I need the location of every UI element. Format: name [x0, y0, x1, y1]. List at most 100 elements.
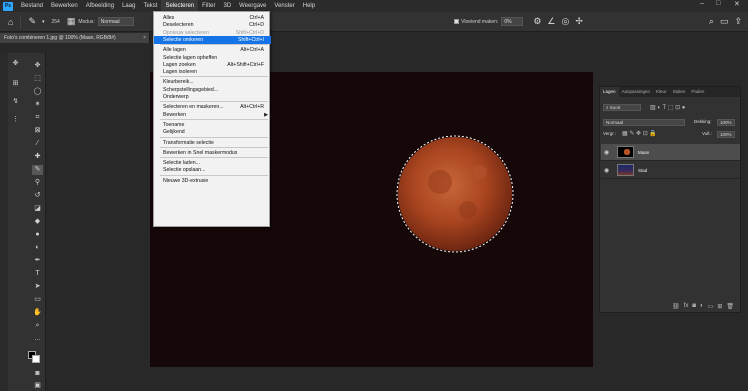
healing-brush-icon[interactable]: ✚ — [32, 152, 43, 162]
fx-icon[interactable]: fx — [684, 303, 689, 309]
minimize-button[interactable]: – — [700, 0, 704, 7]
filter-icons[interactable]: ▨ ◐ T ⬚ ⊡ ● — [650, 104, 685, 111]
menu-item-label: Selectie omkeren — [163, 36, 204, 43]
pen-tool-icon[interactable]: ✒ — [32, 256, 43, 266]
quick-select-tool-icon[interactable]: ⋮ — [10, 115, 21, 125]
symmetry-icon[interactable]: ✢ — [575, 16, 583, 27]
document-tab[interactable]: Foto's combineren 1.jpg @ 100% (Maan, RG… — [0, 33, 150, 43]
menu-item-lagen-isoleren[interactable]: Lagen isoleren — [154, 68, 271, 76]
menu-help[interactable]: Help — [299, 0, 319, 12]
menu-afbeelding[interactable]: Afbeelding — [82, 0, 118, 12]
lock-icons[interactable]: ▦ ✎ ✥ ⊡ 🔒 — [622, 130, 657, 137]
brush-size-value[interactable]: 254 — [52, 19, 60, 25]
eyedropper-tool-icon[interactable]: ⁄ — [32, 139, 43, 149]
clone-stamp-icon[interactable]: ⚲ — [32, 178, 43, 188]
artboard-tool-icon[interactable]: ⊞ — [10, 79, 21, 89]
layer-row-maan[interactable]: ◉ Maan — [601, 144, 740, 161]
settings-gear-icon[interactable]: ⚙ — [533, 16, 541, 27]
menu-item-gelijkend[interactable]: Gelijkend — [154, 128, 271, 136]
menu-item-bewerken[interactable]: Bewerken ▶ — [154, 111, 271, 119]
close-window-button[interactable]: ✕ — [734, 0, 740, 8]
tab-stalen[interactable]: Stalen — [670, 87, 689, 97]
type-tool-icon[interactable]: T — [32, 269, 43, 279]
link-layers-icon[interactable]: ⛓ — [672, 303, 680, 310]
delete-layer-icon[interactable]: 🗑 — [726, 303, 734, 310]
menu-bewerken[interactable]: Bewerken — [47, 0, 82, 12]
chevron-down-icon[interactable]: ▾ — [42, 19, 45, 25]
tab-aanpassingen[interactable]: Aanpassingen — [619, 87, 654, 97]
home-icon[interactable]: ⌂ — [8, 17, 13, 27]
vloeiend-checkbox[interactable] — [454, 19, 460, 24]
close-document-icon[interactable]: × — [143, 33, 146, 43]
background-color-swatch[interactable] — [32, 355, 40, 363]
lasso-tool-icon[interactable]: ↯ — [10, 97, 21, 107]
frame-tool-icon[interactable]: ⊠ — [32, 126, 43, 136]
menu-item-label: Bewerken — [163, 111, 187, 118]
tab-kleur[interactable]: Kleur — [653, 87, 670, 97]
moon-crater — [459, 201, 477, 219]
eye-icon[interactable]: ◉ — [604, 149, 609, 156]
modus-select[interactable]: Normaal — [97, 17, 134, 26]
path-select-icon[interactable]: ➤ — [32, 282, 43, 292]
menu-item-selectie-opslaan[interactable]: Selectie opslaan... — [154, 166, 271, 174]
menu-bestand[interactable]: Bestand — [17, 0, 47, 12]
screen-mode-icon[interactable]: ▣ — [32, 381, 43, 391]
layer-row-stad[interactable]: ◉ Stad — [601, 162, 740, 179]
quick-mask-icon[interactable]: ◙ — [32, 369, 43, 379]
menu-item-onderwerp[interactable]: Onderwerp — [154, 93, 271, 101]
brush-tool-icon[interactable]: ✎ — [32, 165, 43, 175]
workspace-icon[interactable]: ▭ — [720, 16, 729, 27]
new-group-icon[interactable]: ▭ — [708, 303, 714, 310]
magic-wand-icon[interactable]: ✶ — [32, 100, 43, 110]
lasso-icon[interactable]: ◯ — [32, 87, 43, 97]
panel-tabs: Lagen Aanpassingen Kleur Stalen Paden — [600, 87, 740, 97]
shape-tool-icon[interactable]: ▭ — [32, 295, 43, 305]
menu-laag[interactable]: Laag — [118, 0, 139, 12]
marquee-tool-icon[interactable]: ⬚ — [32, 74, 43, 84]
adjustment-layer-icon[interactable]: ◐ — [700, 303, 704, 309]
history-brush-icon[interactable]: ↺ — [32, 191, 43, 201]
share-icon[interactable]: ⇪ — [734, 16, 742, 27]
tab-paden[interactable]: Paden — [688, 87, 707, 97]
hand-tool-icon[interactable]: ✋ — [32, 308, 43, 318]
search-icon[interactable]: ⌕ — [709, 16, 714, 27]
paint-bucket-icon[interactable]: ◆ — [32, 217, 43, 227]
menu-item-label: Opnieuw selecteren — [163, 29, 209, 36]
eraser-tool-icon[interactable]: ◪ — [32, 204, 43, 214]
angle-icon[interactable]: ∠ — [547, 16, 555, 27]
opacity-input[interactable]: 100% — [717, 119, 735, 126]
menu-item-bewerken-in-snel-maskermodus[interactable]: Bewerken in Snel maskermodus — [154, 149, 271, 157]
zoom-tool-icon[interactable]: ⌕ — [32, 321, 43, 331]
vloeiend-label: Vloeiend maken: — [461, 18, 499, 25]
moon-crater — [428, 170, 452, 194]
brush-tool-icon[interactable]: ✎ — [28, 16, 36, 27]
menu-separator — [160, 157, 268, 159]
menu-item-nieuwe-3d-extrusie[interactable]: Nieuwe 3D-extrusie — [154, 177, 271, 185]
menu-item-selectie-omkeren[interactable]: Selectie omkeren Shift+Ctrl+I — [154, 35, 271, 44]
maximize-button[interactable]: □ — [716, 0, 720, 7]
blur-tool-icon[interactable]: ● — [32, 230, 43, 240]
menu-item-label: Selecteren en maskeren... — [163, 104, 224, 111]
blend-mode-select[interactable]: Normaal — [603, 119, 685, 126]
eye-icon[interactable]: ◉ — [604, 167, 609, 174]
vloeiend-input[interactable]: 0% — [501, 17, 524, 26]
fill-input[interactable]: 100% — [717, 131, 735, 138]
tab-lagen[interactable]: Lagen — [600, 87, 619, 97]
add-mask-icon[interactable]: ◙ — [692, 303, 696, 309]
kind-filter-select[interactable]: ⌕ Soort — [603, 104, 641, 111]
new-layer-icon[interactable]: ⊞ — [717, 303, 722, 310]
brush-settings-icon[interactable]: ▦ — [67, 16, 76, 27]
menu-item-label: Lagen isoleren — [163, 69, 198, 76]
move-icon[interactable]: ✥ — [32, 61, 43, 71]
crop-tool-icon[interactable]: ⌗ — [32, 113, 43, 123]
move-tool-icon[interactable]: ✥ — [10, 59, 21, 69]
more-tools-icon[interactable]: … — [32, 334, 43, 344]
pressure-icon[interactable]: ◎ — [561, 16, 569, 27]
dodge-tool-icon[interactable]: ◐ — [32, 243, 43, 253]
menu-item-shortcut: Shift+Ctrl+I — [238, 36, 264, 43]
submenu-arrow-icon: ▶ — [264, 111, 268, 118]
opacity-label: Dekking: — [694, 119, 712, 124]
menu-item-transformatie-selectie[interactable]: Transformatie selectie — [154, 139, 271, 147]
menu-venster[interactable]: Venster — [270, 0, 298, 12]
menu-item-label: Lagen zoeken — [163, 61, 196, 68]
